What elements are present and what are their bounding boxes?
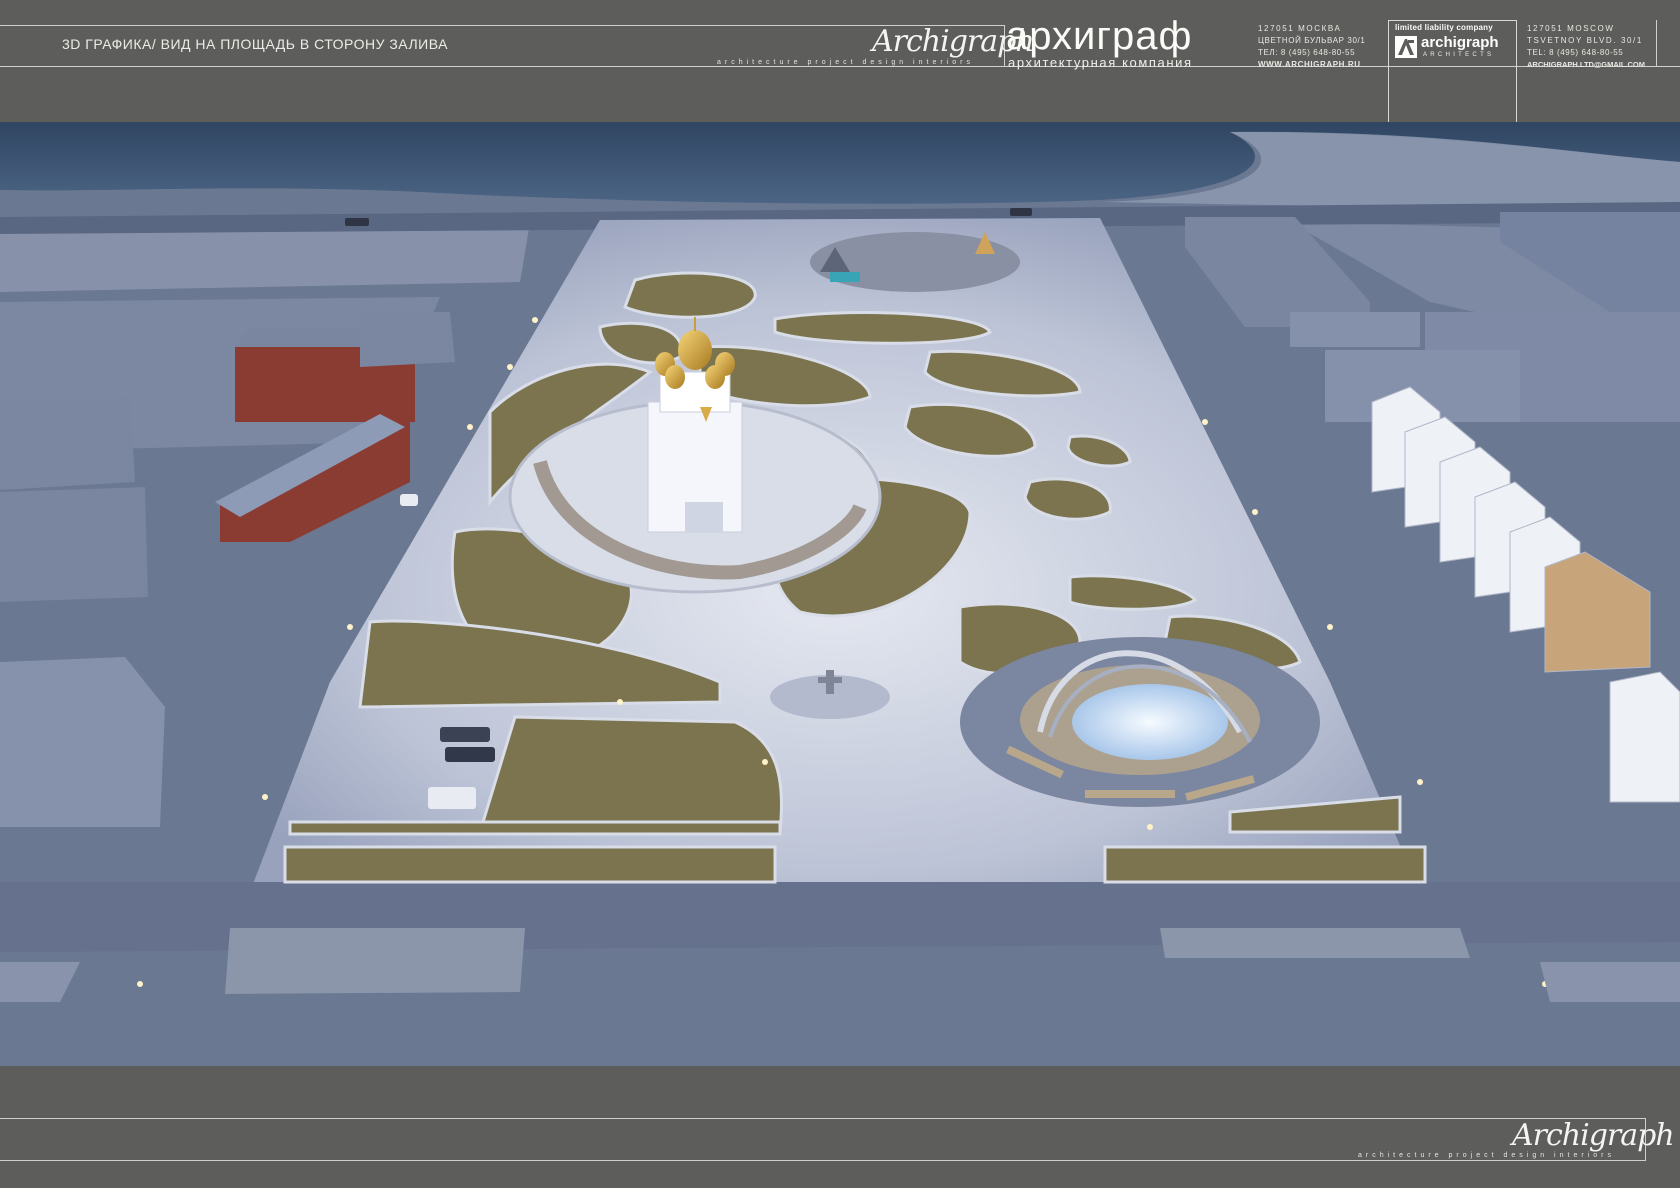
en-address-phone: TEL: 8 (495) 648-80-55: [1527, 48, 1624, 57]
archigraph-logo-icon: [1395, 36, 1417, 58]
ru-wordmark: архиграф: [1006, 14, 1193, 58]
ru-address-city: 127051 МОСКВА: [1258, 24, 1342, 33]
ice-rink: [960, 637, 1320, 807]
header-right-divider: [1656, 20, 1657, 66]
llc-label: limited liability company: [1395, 23, 1493, 32]
lower-field-right: [1160, 928, 1470, 958]
header-top-rule: [0, 25, 1004, 26]
playground: [810, 232, 1020, 292]
en-email-link[interactable]: ARCHIGRAPH.LTD@GMAIL.COM: [1527, 59, 1645, 71]
render-image: [0, 122, 1680, 1066]
page-title: 3D ГРАФИКА/ ВИД НА ПЛОЩАДЬ В СТОРОНУ ЗАЛ…: [62, 36, 448, 52]
en-address-city: 127051 MOSCOW: [1527, 24, 1615, 33]
footer-bottom-rule: [0, 1160, 1646, 1161]
footer-tagline: architecture project design interiors: [1358, 1152, 1615, 1159]
ru-address-phone: ТЕЛ: 8 (495) 648-80-55: [1258, 48, 1356, 57]
ru-website-link[interactable]: WWW.ARCHIGRAPH.RU: [1258, 59, 1365, 71]
brand-name: archigraph: [1421, 34, 1499, 51]
en-address-street: TSVETNOY BLVD. 30/1: [1527, 36, 1643, 45]
ru-address: 127051 МОСКВА ЦВЕТНОЙ БУЛЬВАР 30/1 ТЕЛ: …: [1258, 23, 1365, 71]
ru-subtitle: архитектурная компания: [1008, 55, 1193, 70]
footer-signature: Archigraph: [1512, 1118, 1675, 1153]
ru-address-street: ЦВЕТНОЙ БУЛЬВАР 30/1: [1258, 36, 1366, 45]
brand-subtitle: ARCHITECTS: [1423, 52, 1495, 58]
lower-field-left: [225, 928, 525, 994]
en-address: 127051 MOSCOW TSVETNOY BLVD. 30/1 TEL: 8…: [1527, 23, 1645, 71]
bottom-field-right: [1540, 962, 1680, 1002]
header-tagline: architecture project design interiors: [717, 59, 974, 66]
square-bay-view-render: [0, 122, 1680, 1066]
footer-top-rule: [0, 1118, 1646, 1119]
